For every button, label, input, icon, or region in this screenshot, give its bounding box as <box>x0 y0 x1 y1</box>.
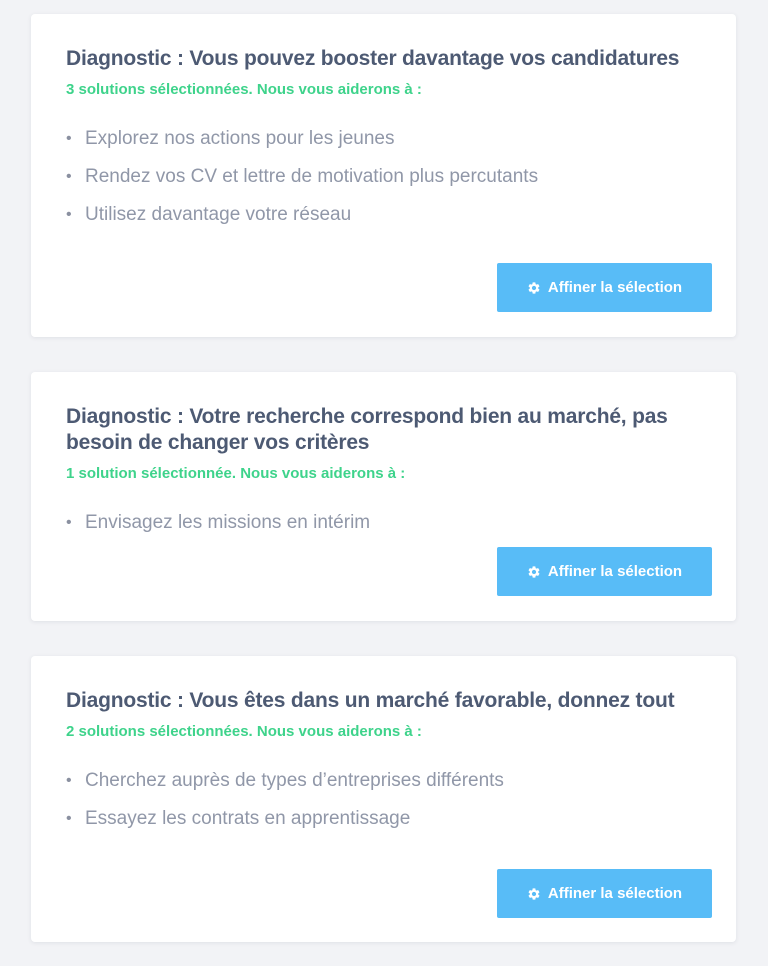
solutions-count: 1 solution sélectionnée. Nous vous aider… <box>66 465 406 482</box>
list-item: • Essayez les contrats en apprentissage <box>66 800 712 838</box>
solutions-count: 3 solutions sélectionnées. Nous vous aid… <box>66 81 422 98</box>
bullet: • <box>66 130 72 147</box>
gear-icon <box>527 281 541 295</box>
solution-list: • Explorez nos actions pour les jeunes •… <box>66 120 712 234</box>
card-title: Diagnostic : Vous pouvez booster davanta… <box>66 47 680 70</box>
solution-list: • Cherchez auprès de types d’entreprises… <box>66 762 712 838</box>
refine-selection-label: Affiner la sélection <box>547 279 683 296</box>
list-item: • Utilisez davantage votre réseau <box>66 196 712 234</box>
gear-icon <box>527 565 541 579</box>
list-item-label: Rendez vos CV et lettre de motivation pl… <box>85 166 539 187</box>
list-item-label: Cherchez auprès de types d’entreprises d… <box>85 770 504 791</box>
gear-icon <box>527 887 541 901</box>
refine-selection-button[interactable]: Affiner la sélection <box>497 263 712 312</box>
diagnostic-card: Diagnostic : Vous pouvez booster davanta… <box>31 14 736 337</box>
list-item-label: Explorez nos actions pour les jeunes <box>85 128 395 149</box>
bullet: • <box>66 810 72 827</box>
refine-selection-button[interactable]: Affiner la sélection <box>497 869 712 918</box>
bullet: • <box>66 206 72 223</box>
list-item: • Cherchez auprès de types d’entreprises… <box>66 762 712 800</box>
diagnostic-card: Diagnostic : Vous êtes dans un marché fa… <box>31 656 736 942</box>
card-title: Diagnostic : Vous êtes dans un marché fa… <box>66 689 675 712</box>
refine-selection-label: Affiner la sélection <box>547 563 683 580</box>
list-item: • Envisagez les missions en intérim <box>66 504 712 542</box>
list-item: • Rendez vos CV et lettre de motivation … <box>66 158 712 196</box>
diagnostic-card: Diagnostic : Votre recherche correspond … <box>31 372 736 621</box>
list-item-label: Utilisez davantage votre réseau <box>85 204 352 225</box>
diagnostic-page: Diagnostic : Vous pouvez booster davanta… <box>0 0 768 966</box>
bullet: • <box>66 772 72 789</box>
list-item: • Explorez nos actions pour les jeunes <box>66 120 712 158</box>
card-title: Diagnostic : Votre recherche correspond … <box>66 405 668 454</box>
refine-selection-button[interactable]: Affiner la sélection <box>497 547 712 596</box>
list-item-label: Essayez les contrats en apprentissage <box>85 808 411 829</box>
bullet: • <box>66 514 72 531</box>
solutions-count: 2 solutions sélectionnées. Nous vous aid… <box>66 723 422 740</box>
bullet: • <box>66 168 72 185</box>
refine-selection-label: Affiner la sélection <box>547 885 683 902</box>
solution-list: • Envisagez les missions en intérim <box>66 504 712 542</box>
list-item-label: Envisagez les missions en intérim <box>85 512 371 533</box>
